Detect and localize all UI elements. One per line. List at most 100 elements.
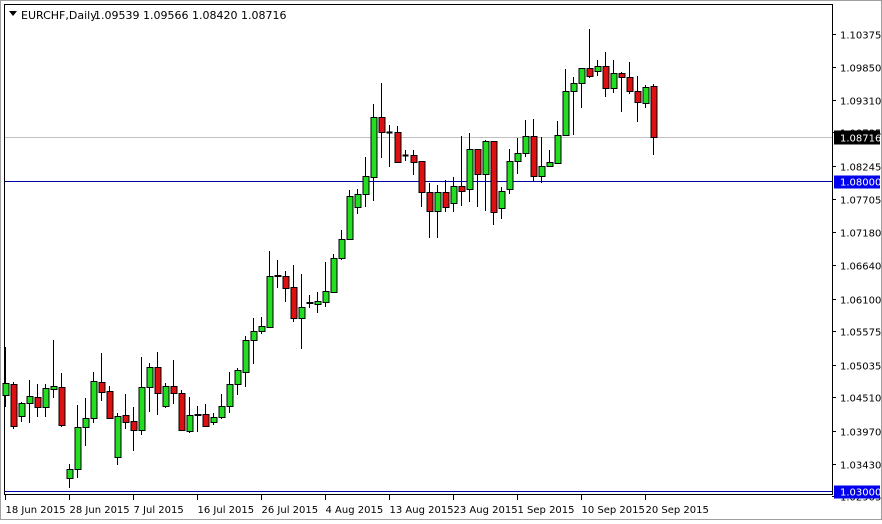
y-tick-label: 1.06100 — [840, 296, 881, 307]
x-tick-label: 20 Sep 2015 — [646, 505, 709, 516]
candle-body — [418, 161, 426, 193]
x-tick-label: 23 Aug 2015 — [454, 505, 518, 516]
candle-body — [442, 192, 450, 208]
candle-body — [50, 386, 58, 390]
candle-body — [26, 396, 34, 404]
candle-body — [466, 149, 474, 190]
ohlc-label: 1.09539 1.09566 1.08420 1.08716 — [94, 9, 286, 22]
candle — [162, 383, 170, 408]
current-price-label: 1.08716 — [840, 134, 881, 145]
y-tick-label: 1.08245 — [840, 163, 881, 174]
candle-body — [74, 427, 82, 470]
candle-body — [194, 414, 202, 416]
candle-body — [602, 66, 610, 89]
level-price-label: 1.08000 — [840, 178, 881, 189]
x-tick-label: 7 Jul 2015 — [134, 505, 184, 516]
candle-body — [610, 73, 618, 89]
candle-body — [394, 132, 402, 163]
candle-body — [538, 166, 546, 177]
candle-body — [34, 397, 42, 408]
candle-body — [138, 387, 146, 431]
candle-body — [314, 301, 322, 305]
candle-body — [146, 367, 154, 388]
x-tick-label: 13 Aug 2015 — [390, 505, 454, 516]
candle-body — [498, 191, 506, 209]
candle-body — [562, 91, 570, 136]
candle-body — [258, 326, 266, 332]
candle-body — [626, 77, 634, 92]
candle-body — [554, 135, 562, 164]
y-tick-label: 1.03970 — [840, 428, 881, 439]
candle-body — [490, 141, 498, 213]
candle-body — [506, 161, 514, 190]
candle-body — [362, 176, 370, 195]
candle-body — [122, 415, 130, 423]
y-tick-label: 1.09310 — [840, 97, 881, 108]
candle-body — [306, 302, 314, 304]
candle-body — [66, 469, 74, 479]
y-tick-label: 1.06640 — [840, 262, 881, 273]
x-tick-label: 16 Jul 2015 — [198, 505, 255, 516]
symbol-label: EURCHF,Daily — [21, 9, 97, 22]
candle-body — [18, 403, 26, 417]
candle-body — [546, 162, 554, 167]
x-tick-label: 1 Sep 2015 — [518, 505, 575, 516]
candle-body — [250, 331, 258, 341]
candle-body — [370, 117, 378, 178]
candle-body — [570, 83, 578, 92]
candle-body — [378, 117, 386, 133]
candle-body — [322, 291, 330, 303]
candlestick-chart[interactable]: 1.103751.098501.093101.087851.082451.077… — [0, 0, 882, 520]
price-axis[interactable]: 1.103751.098501.093101.087851.082451.077… — [832, 31, 881, 504]
candle-body — [634, 91, 642, 103]
candle-body — [154, 367, 162, 394]
candle-body — [474, 149, 482, 175]
candle-body — [586, 68, 594, 77]
candle-body — [90, 381, 98, 419]
y-tick-label: 1.07180 — [840, 229, 881, 240]
candle-body — [530, 136, 538, 177]
candle-body — [514, 153, 522, 162]
y-tick-label: 1.09850 — [840, 64, 881, 75]
candle — [330, 254, 338, 293]
candle-body — [210, 417, 218, 423]
candle-body — [330, 258, 338, 293]
y-tick-label: 1.07705 — [840, 196, 881, 207]
candle-body — [226, 384, 234, 407]
candle — [10, 382, 18, 429]
candle-body — [522, 136, 530, 154]
candle-body — [42, 388, 50, 408]
candle-body — [170, 386, 178, 394]
candle — [114, 413, 122, 465]
level-price-label: 1.03000 — [840, 488, 881, 499]
candle-body — [266, 276, 274, 328]
candle-body — [178, 393, 186, 431]
candle-body — [298, 307, 306, 319]
y-tick-label: 1.05575 — [840, 328, 881, 339]
candle — [490, 141, 498, 225]
candle-body — [162, 386, 170, 407]
candle-body — [218, 406, 226, 418]
candle — [346, 190, 354, 240]
candle-body — [578, 68, 586, 84]
candle-body — [58, 387, 66, 426]
candle-body — [106, 391, 114, 419]
candle-body — [242, 340, 250, 373]
candle-body — [10, 384, 18, 427]
candle-body — [458, 186, 466, 192]
candle-body — [434, 192, 442, 212]
candle-body — [482, 141, 490, 175]
candle-body — [642, 87, 650, 104]
candle-body — [650, 86, 658, 138]
candle-body — [290, 287, 298, 319]
y-tick-label: 1.05035 — [840, 362, 881, 373]
y-tick-label: 1.10375 — [840, 31, 881, 42]
candle-body — [234, 370, 242, 385]
candle — [178, 390, 186, 431]
candle-body — [346, 196, 354, 240]
candle-body — [186, 415, 194, 432]
y-tick-label: 1.04510 — [840, 394, 881, 405]
candle-body — [338, 239, 346, 259]
y-tick-label: 1.03430 — [840, 461, 881, 472]
candle-body — [282, 276, 290, 289]
